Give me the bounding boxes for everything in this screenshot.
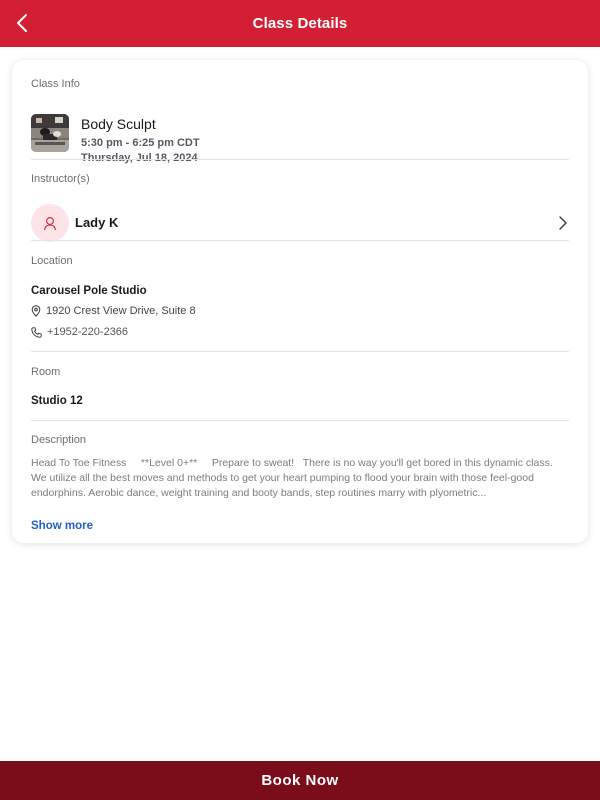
class-details-card: Class Info Body Sculpt 5:30 pm - 6:25 pm…: [12, 60, 588, 543]
class-info-label: Class Info: [31, 78, 80, 90]
room-name: Studio 12: [31, 395, 83, 407]
divider: [31, 159, 569, 160]
location-label: Location: [31, 255, 73, 267]
divider: [31, 420, 569, 421]
location-section: Location Carousel Pole Studio 1920 Crest…: [31, 255, 569, 347]
app-header: Class Details: [0, 0, 600, 47]
phone-row[interactable]: +1952-220-2366: [31, 326, 128, 338]
description-label: Description: [31, 434, 87, 446]
chevron-left-icon: [17, 14, 27, 32]
class-thumbnail: [31, 114, 69, 152]
divider: [31, 240, 569, 241]
show-more-link[interactable]: Show more: [31, 520, 93, 532]
book-now-label: Book Now: [261, 772, 339, 789]
class-time: 5:30 pm - 6:25 pm CDT: [81, 137, 200, 149]
instructor-name: Lady K: [75, 215, 119, 230]
instructor-avatar: [31, 204, 69, 242]
description-text: Head To Toe Fitness **Level 0+** Prepare…: [31, 457, 556, 499]
chevron-right-icon: [559, 216, 567, 230]
instructor-row[interactable]: Lady K: [31, 203, 569, 243]
map-pin-icon: [31, 305, 41, 317]
person-icon: [43, 217, 57, 231]
back-button[interactable]: [6, 7, 38, 39]
class-date: Thursday, Jul 18, 2024: [81, 152, 198, 164]
description-section: Description Head To Toe Fitness **Level …: [31, 434, 569, 534]
book-now-button[interactable]: Book Now: [0, 761, 600, 800]
class-name: Body Sculpt: [81, 116, 156, 132]
phone-icon: [31, 326, 42, 338]
address-text: 1920 Crest View Drive, Suite 8: [46, 305, 196, 317]
page-title: Class Details: [252, 15, 348, 32]
room-label: Room: [31, 366, 61, 378]
divider: [31, 351, 569, 352]
instructor-section: Instructor(s) Lady K: [31, 173, 569, 243]
instructor-label: Instructor(s): [31, 173, 90, 185]
class-info-section: Class Info Body Sculpt 5:30 pm - 6:25 pm…: [31, 78, 569, 168]
room-section: Room Studio 12: [31, 366, 569, 416]
phone-text: +1952-220-2366: [47, 326, 129, 338]
location-name: Carousel Pole Studio: [31, 285, 147, 297]
address-row[interactable]: 1920 Crest View Drive, Suite 8: [31, 305, 196, 317]
